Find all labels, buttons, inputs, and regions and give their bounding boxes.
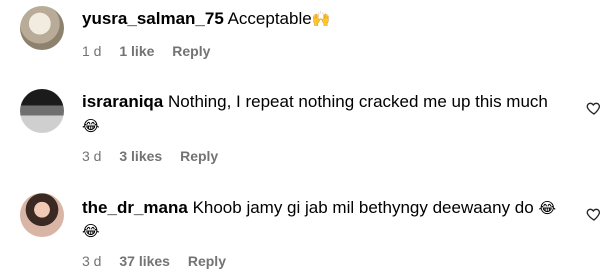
reply-button[interactable]: Reply xyxy=(180,148,218,164)
comment-text: Acceptable xyxy=(227,9,312,28)
username[interactable]: yusra_salman_75 xyxy=(82,9,224,28)
reply-button[interactable]: Reply xyxy=(188,253,226,269)
comment-meta: 1 d 1 like Reply xyxy=(82,43,224,59)
likes-count[interactable]: 37 likes xyxy=(119,253,170,269)
comment-body-line2: 😂 xyxy=(82,220,100,242)
likes-count[interactable]: 3 likes xyxy=(119,148,162,164)
heart-outline-icon[interactable] xyxy=(586,206,602,222)
comment-text: Nothing, I repeat nothing cracked me up … xyxy=(168,92,548,111)
laughing-emoji: 😂 xyxy=(82,117,100,135)
comment-text: Khoob jamy gi jab mil bethyngy deewaany … xyxy=(192,198,534,217)
username[interactable]: the_dr_mana xyxy=(82,198,188,217)
raising-hands-emoji: 🙌 xyxy=(311,10,331,28)
timestamp: 3 d xyxy=(82,253,102,269)
comment-body: yusra_salman_75 Acceptable🙌 xyxy=(82,8,330,30)
username[interactable]: israraniqa xyxy=(82,92,163,111)
heart-outline-icon[interactable] xyxy=(586,100,602,116)
comment-body: israraniqa Nothing, I repeat nothing cra… xyxy=(82,91,548,113)
comment-body-line2: 😂 xyxy=(82,115,100,137)
avatar[interactable] xyxy=(20,6,64,50)
laughing-emoji: 😂 xyxy=(82,222,100,240)
reply-button[interactable]: Reply xyxy=(172,43,210,59)
likes-count[interactable]: 1 like xyxy=(119,43,154,59)
avatar[interactable] xyxy=(20,193,64,237)
comment-body: the_dr_mana Khoob jamy gi jab mil bethyn… xyxy=(82,197,556,219)
avatar[interactable] xyxy=(20,89,64,133)
comment-meta: 3 d 37 likes Reply xyxy=(82,253,240,269)
comment-meta: 3 d 3 likes Reply xyxy=(82,148,232,164)
laughing-emoji: 😂 xyxy=(538,199,556,217)
timestamp: 3 d xyxy=(82,148,102,164)
timestamp: 1 d xyxy=(82,43,102,59)
